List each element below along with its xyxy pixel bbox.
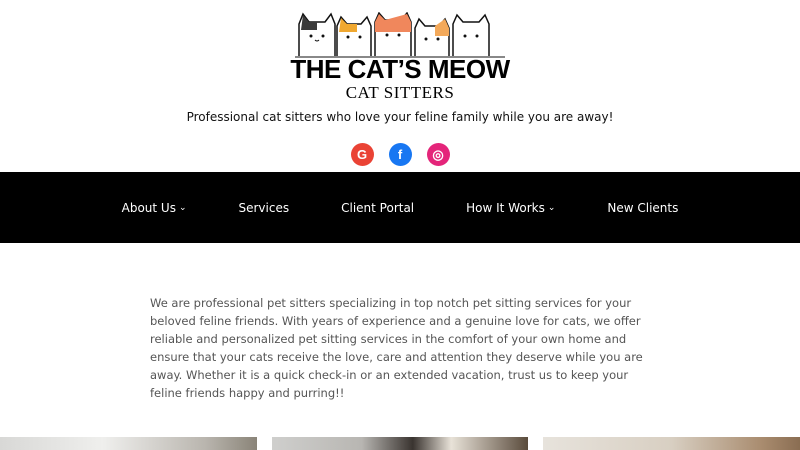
nav-item-client-portal[interactable]: Client Portal	[315, 201, 440, 215]
nav-item-new-clients[interactable]: New Clients	[581, 201, 704, 215]
main-nav: About Us ⌄ Services Client Portal How It…	[0, 172, 800, 243]
facebook-icon[interactable]: f	[388, 143, 412, 166]
gallery-image[interactable]	[272, 437, 528, 450]
site-header: THE CAT’S MEOW CAT SITTERS Professional …	[0, 0, 800, 172]
nav-item-how-it-works[interactable]: How It Works ⌄	[440, 201, 581, 215]
nav-item-label: How It Works	[466, 200, 545, 215]
gallery-image[interactable]	[0, 437, 257, 450]
nav-item-label: Client Portal	[341, 200, 415, 215]
google-icon[interactable]: G	[350, 143, 374, 166]
logo-subtitle: CAT SITTERS	[345, 83, 455, 102]
nav-item-services[interactable]: Services	[213, 201, 316, 215]
nav-item-label: About Us	[121, 200, 176, 215]
nav-item-label: New Clients	[607, 200, 679, 215]
site-tagline: Professional cat sitters who love your f…	[186, 110, 614, 124]
site-logo[interactable]: THE CAT’S MEOW CAT SITTERS	[283, 12, 517, 102]
logo-title: THE CAT’S MEOW	[290, 54, 510, 84]
cats-illustration	[295, 12, 505, 58]
social-links: G f ◎	[0, 143, 800, 166]
chevron-down-icon: ⌄	[547, 202, 556, 213]
chevron-down-icon: ⌄	[178, 202, 187, 213]
instagram-icon[interactable]: ◎	[426, 143, 450, 166]
photo-gallery	[0, 437, 800, 450]
nav-item-about-us[interactable]: About Us ⌄	[96, 201, 213, 215]
intro-paragraph: We are professional pet sitters speciali…	[150, 296, 643, 400]
nav-item-label: Services	[238, 200, 290, 215]
gallery-image[interactable]	[543, 437, 800, 450]
